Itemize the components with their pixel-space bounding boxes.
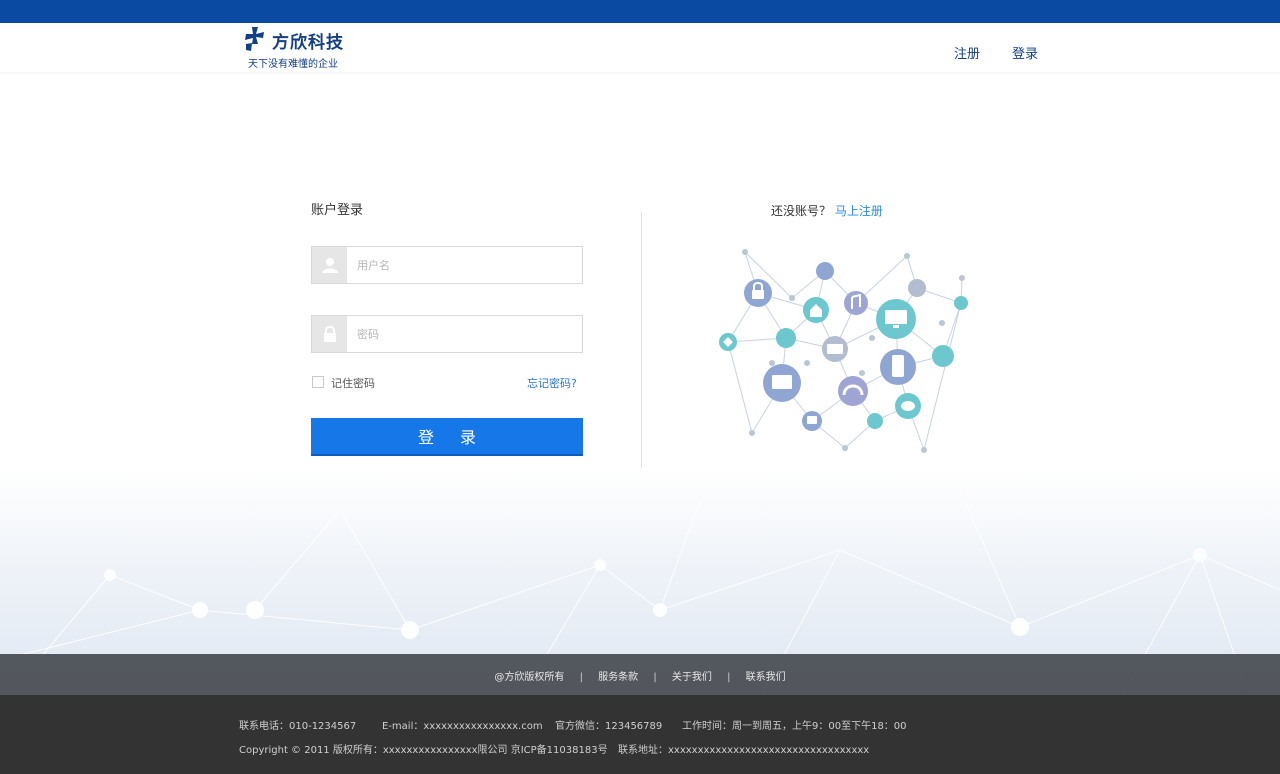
logo-slogan: 天下没有难懂的企业: [248, 59, 338, 70]
top-brand-bar: [0, 0, 1280, 23]
footer-copyright: Copyright © 2011 版权所有：xxxxxxxxxxxxxxxx限公…: [239, 745, 608, 756]
company-logo[interactable]: 方欣科技 天下没有难懂的企业: [242, 26, 352, 70]
network-illustration: [719, 249, 968, 453]
password-field[interactable]: [311, 315, 583, 353]
footer-phone: 联系电话：010-1234567: [239, 721, 357, 732]
footer-link-copyright[interactable]: @方欣版权所有: [494, 672, 564, 683]
lock-icon: [312, 316, 347, 352]
password-input[interactable]: [348, 316, 582, 352]
footer-hours: 工作时间：周一到周五，上午9：00至下午18：00: [682, 721, 907, 732]
username-input[interactable]: [348, 247, 582, 283]
site-header: [0, 23, 1280, 72]
remember-checkbox[interactable]: [312, 376, 324, 388]
login-button[interactable]: 登录: [311, 418, 583, 456]
logo-name: 方欣科技: [272, 33, 344, 53]
nav-register-link[interactable]: 注册: [954, 43, 980, 62]
footer-link-contact[interactable]: 联系我们: [746, 672, 786, 683]
remember-label: 记住密码: [331, 377, 375, 390]
username-field[interactable]: [311, 246, 583, 284]
footer-info: [0, 695, 1280, 774]
footer-address: 联系地址：xxxxxxxxxxxxxxxxxxxxxxxxxxxxxxxxxx: [618, 745, 870, 756]
login-title: 账户登录: [311, 203, 364, 218]
register-prompt: 还没账号？ 马上注册: [771, 202, 883, 219]
register-now-link[interactable]: 马上注册: [835, 204, 883, 218]
footer-separator: |: [727, 672, 731, 683]
footer-separator: |: [579, 672, 583, 683]
logo-mark-icon: [245, 27, 264, 51]
footer-wechat: 官方微信：123456789: [555, 721, 663, 732]
footer-separator: |: [653, 672, 657, 683]
footer-link-about[interactable]: 关于我们: [672, 672, 712, 683]
user-icon: [312, 247, 347, 283]
vertical-divider: [641, 212, 642, 468]
footer-link-terms[interactable]: 服务条款: [598, 672, 638, 683]
register-prompt-text: 还没账号？: [771, 204, 832, 218]
footer-email: E-mail：xxxxxxxxxxxxxxxx.com: [382, 721, 543, 732]
forgot-password-link[interactable]: 忘记密码?: [527, 375, 577, 391]
nav-login-link[interactable]: 登录: [1012, 43, 1038, 62]
footer-links: @方欣版权所有 | 服务条款 | 关于我们 | 联系我们: [0, 668, 1280, 683]
